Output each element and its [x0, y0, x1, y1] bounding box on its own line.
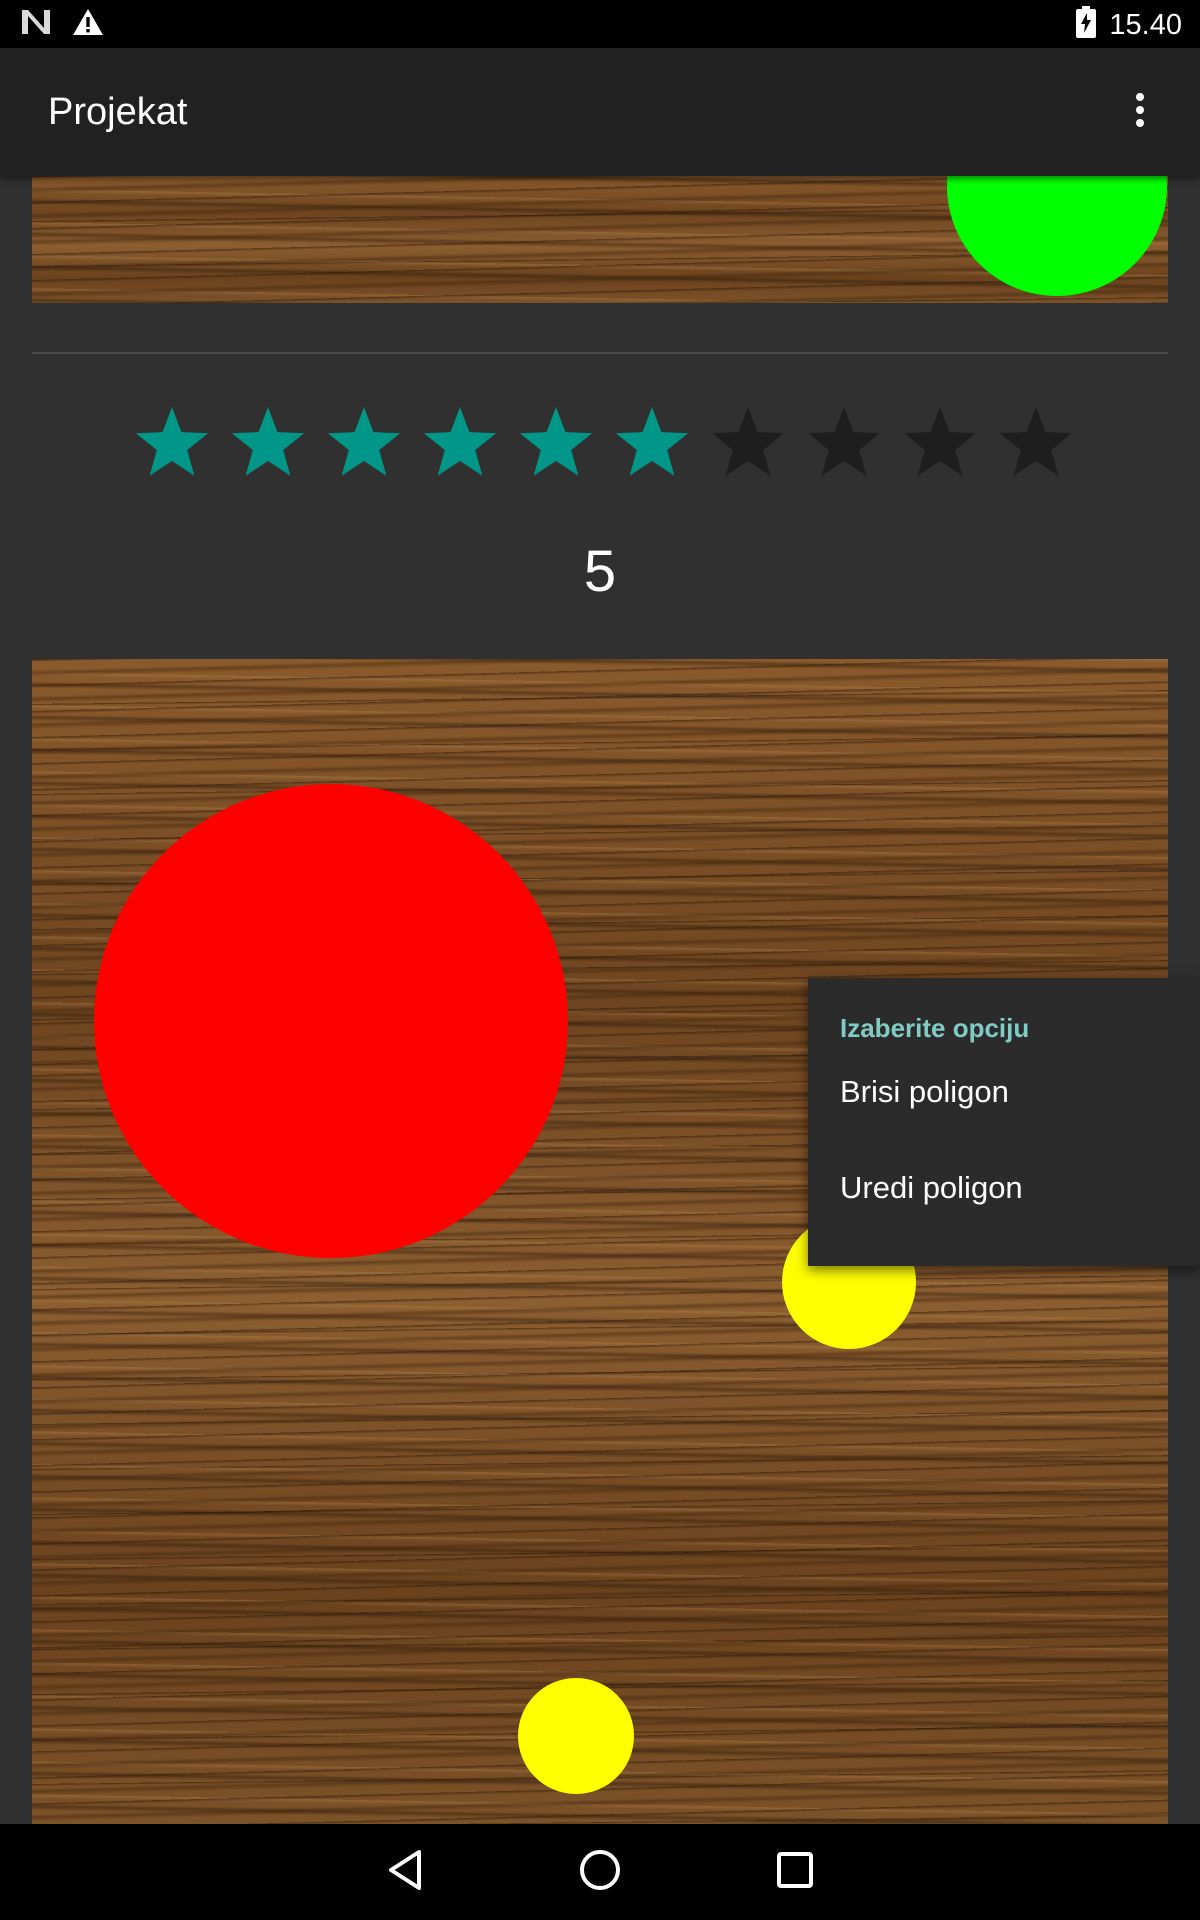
status-right-area: 15.40 — [1075, 6, 1182, 43]
yellow-circle[interactable] — [518, 1678, 634, 1794]
star-empty-icon[interactable] — [700, 400, 796, 484]
star-empty-icon[interactable] — [988, 400, 1084, 484]
star-filled-icon[interactable] — [412, 400, 508, 484]
star-filled-icon[interactable] — [124, 400, 220, 484]
navigation-bar — [0, 1824, 1200, 1920]
context-menu: Izaberite opciju Brisi poligon Uredi pol… — [808, 978, 1200, 1266]
status-time: 15.40 — [1109, 8, 1182, 41]
top-canvas-image[interactable] — [32, 176, 1168, 303]
red-circle[interactable] — [94, 784, 568, 1258]
back-icon — [385, 1848, 425, 1897]
home-icon — [578, 1848, 622, 1897]
divider — [32, 352, 1168, 354]
home-button[interactable] — [570, 1842, 630, 1902]
star-filled-icon[interactable] — [604, 400, 700, 484]
recents-icon — [775, 1850, 815, 1895]
screen: 15.40 Projekat 5 Izaberite opciju Brisi … — [0, 0, 1200, 1920]
star-empty-icon[interactable] — [892, 400, 988, 484]
warning-icon — [72, 8, 104, 41]
star-filled-icon[interactable] — [316, 400, 412, 484]
nfc-n-icon — [20, 8, 52, 41]
rating-bar[interactable] — [124, 400, 1084, 484]
menu-item-delete-polygon[interactable]: Brisi poligon — [808, 1044, 1200, 1140]
overflow-menu-button[interactable] — [1116, 88, 1164, 136]
back-button[interactable] — [375, 1842, 435, 1902]
star-filled-icon[interactable] — [220, 400, 316, 484]
battery-charging-icon — [1075, 6, 1097, 43]
context-menu-title: Izaberite opciju — [840, 1013, 1030, 1043]
star-empty-icon[interactable] — [796, 400, 892, 484]
status-left-icons — [20, 8, 104, 41]
star-filled-icon[interactable] — [508, 400, 604, 484]
recents-button[interactable] — [765, 1842, 825, 1902]
more-vert-icon — [1134, 92, 1146, 133]
app-title: Projekat — [48, 91, 188, 133]
menu-item-edit-polygon[interactable]: Uredi poligon — [808, 1140, 1200, 1236]
rating-value: 5 — [583, 539, 617, 604]
app-bar: Projekat — [0, 48, 1200, 176]
green-circle[interactable] — [947, 176, 1167, 296]
status-bar: 15.40 — [0, 0, 1200, 48]
